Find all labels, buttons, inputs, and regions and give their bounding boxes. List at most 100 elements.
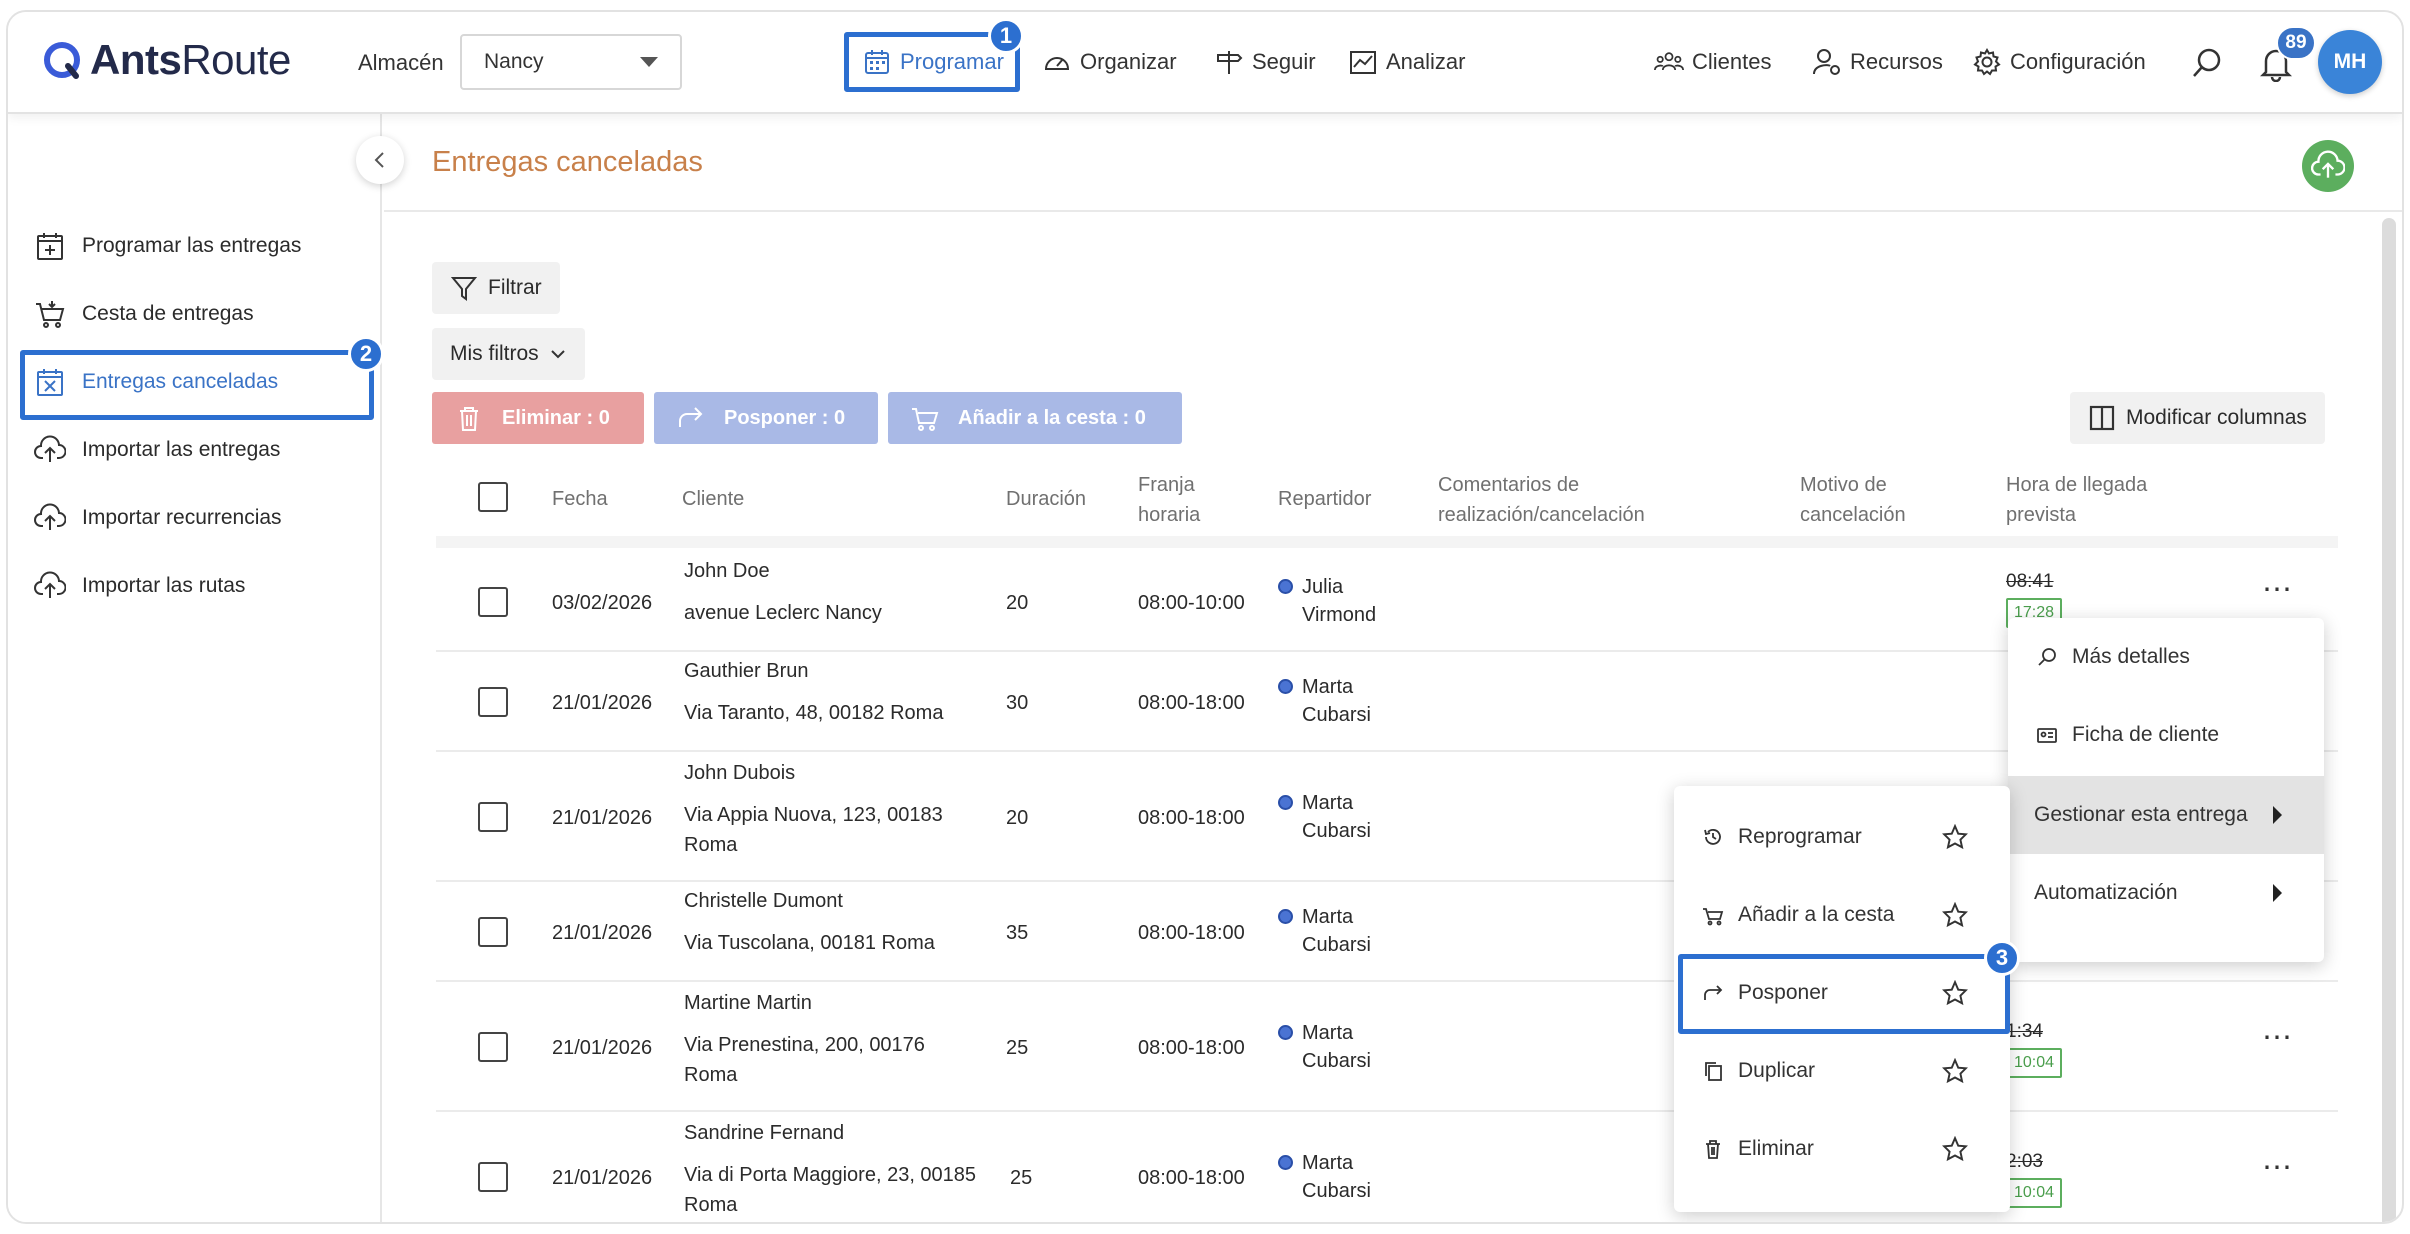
step-badge-1: 1 bbox=[988, 18, 1024, 54]
select-all-checkbox[interactable] bbox=[478, 482, 508, 512]
sidebar-item-label: Cesta de entregas bbox=[82, 302, 254, 325]
redo-arrow-icon bbox=[679, 407, 703, 427]
cell-duracion: 20 bbox=[1006, 592, 1029, 614]
menu-item-automatizacion[interactable]: Automatización bbox=[2008, 854, 2324, 932]
driver-color-dot bbox=[1278, 795, 1293, 810]
nav-analizar[interactable]: Analizar bbox=[1348, 40, 1465, 84]
user-gear-icon bbox=[1813, 49, 1840, 75]
star-icon[interactable] bbox=[1942, 1136, 1968, 1162]
col-franja[interactable]: Franja horaria bbox=[1138, 470, 1200, 530]
submenu-item-anadir-cesta[interactable]: Añadir a la cesta bbox=[1674, 876, 2010, 954]
logo-icon bbox=[44, 42, 80, 79]
col-repartidor[interactable]: Repartidor bbox=[1278, 484, 1371, 514]
caret-right-icon bbox=[2273, 884, 2282, 902]
menu-item-mas-detalles[interactable]: Más detalles bbox=[2008, 618, 2324, 696]
bulk-postpone-button[interactable]: Posponer : 0 bbox=[654, 392, 878, 444]
submenu-item-label: Eliminar bbox=[1738, 1137, 1814, 1160]
star-icon[interactable] bbox=[1942, 824, 1968, 850]
col-duracion[interactable]: Duración bbox=[1006, 484, 1086, 514]
row-checkbox[interactable] bbox=[478, 1162, 508, 1192]
filter-button[interactable]: Filtrar bbox=[432, 262, 560, 314]
row-more-button[interactable]: ⋯ bbox=[2262, 1020, 2293, 1055]
cell-repartidor-surname: Cubarsi bbox=[1302, 820, 1371, 842]
col-motivo[interactable]: Motivo de cancelación bbox=[1800, 470, 1906, 530]
sidebar-item-cesta[interactable]: Cesta de entregas bbox=[34, 294, 254, 334]
bulk-add-basket-button[interactable]: Añadir a la cesta : 0 bbox=[888, 392, 1182, 444]
col-fecha[interactable]: Fecha bbox=[552, 484, 608, 514]
copy-icon bbox=[1705, 1062, 1722, 1081]
submenu-item-label: Duplicar bbox=[1738, 1059, 1816, 1082]
nav-recursos[interactable]: Recursos bbox=[1812, 40, 1943, 84]
menu-item-gestionar[interactable]: Gestionar esta entrega bbox=[2008, 776, 2324, 854]
avatar[interactable]: MH bbox=[2318, 30, 2382, 94]
row-more-button[interactable]: ⋯ bbox=[2262, 1150, 2293, 1185]
submenu-item-eliminar[interactable]: Eliminar bbox=[1674, 1110, 2010, 1188]
my-filters-button[interactable]: Mis filtros bbox=[432, 328, 585, 380]
antsroute-logo[interactable]: AntsRoute bbox=[42, 36, 291, 84]
submenu-item-duplicar[interactable]: Duplicar bbox=[1674, 1032, 2010, 1110]
sidebar-item-importar-entregas[interactable]: Importar las entregas bbox=[34, 430, 280, 470]
columns-icon bbox=[2089, 405, 2115, 431]
filter-label: Filtrar bbox=[488, 276, 542, 299]
almacen-select[interactable]: Nancy bbox=[460, 34, 682, 90]
table-header: Fecha Cliente Duración Franja horaria Rep… bbox=[436, 464, 2338, 532]
cloud-upload-icon bbox=[34, 435, 66, 462]
vertical-scrollbar[interactable] bbox=[2382, 218, 2396, 1222]
row-checkbox[interactable] bbox=[478, 917, 508, 947]
cell-fecha: 03/02/2026 bbox=[552, 592, 653, 614]
collapse-sidebar-button[interactable] bbox=[356, 136, 404, 184]
sidebar-item-importar-recurrencias[interactable]: Importar recurrencias bbox=[34, 498, 282, 538]
cell-repartidor-surname: Virmond bbox=[1302, 604, 1377, 626]
row-checkbox[interactable] bbox=[478, 587, 508, 617]
cloud-upload-icon bbox=[34, 571, 66, 598]
table-row[interactable]: 21/01/2026 Sandrine Fernand Via di Porta… bbox=[436, 1112, 2338, 1222]
nav-organizar[interactable]: Organizar bbox=[1042, 40, 1177, 84]
row-checkbox[interactable] bbox=[478, 802, 508, 832]
cell-franja: 08:00-18:00 bbox=[1138, 807, 1245, 829]
search-icon[interactable] bbox=[2190, 46, 2224, 80]
col-cliente[interactable]: Cliente bbox=[682, 484, 744, 514]
cell-franja: 08:00-18:00 bbox=[1138, 692, 1245, 714]
sidebar-item-importar-rutas[interactable]: Importar las rutas bbox=[34, 566, 245, 606]
nav-clientes-label: Clientes bbox=[1692, 49, 1772, 74]
cell-fecha: 21/01/2026 bbox=[552, 692, 653, 714]
sidebar-item-label: Importar las rutas bbox=[82, 574, 246, 597]
modify-columns-button[interactable]: Modificar columnas bbox=[2070, 392, 2325, 444]
driver-color-dot bbox=[1278, 1155, 1293, 1170]
bulk-postpone-label: Posponer : 0 bbox=[724, 406, 846, 429]
star-icon[interactable] bbox=[1942, 902, 1968, 928]
cell-fecha: 21/01/2026 bbox=[552, 1167, 653, 1189]
trash-icon bbox=[1706, 1140, 1720, 1159]
submenu-item-reprogramar[interactable]: Reprogramar bbox=[1674, 798, 2010, 876]
gauge-icon bbox=[1044, 57, 1070, 70]
table-row[interactable]: 21/01/2026 Martine Martin Via Prenestina… bbox=[436, 982, 2338, 1112]
star-icon[interactable] bbox=[1942, 1058, 1968, 1084]
cell-hora-new: 10:04 bbox=[2006, 1176, 2063, 1208]
bulk-delete-button[interactable]: Eliminar : 0 bbox=[432, 392, 644, 444]
nav-configuracion[interactable]: Configuración bbox=[1972, 40, 2146, 84]
cloud-upload-button[interactable] bbox=[2302, 140, 2354, 192]
cloud-upload-icon bbox=[34, 503, 66, 530]
cell-repartidor-surname: Cubarsi bbox=[1302, 704, 1371, 726]
content-divider bbox=[384, 210, 2402, 212]
nav-clientes[interactable]: Clientes bbox=[1654, 40, 1771, 84]
row-context-menu: Más detalles Ficha de cliente Gestionar … bbox=[2008, 618, 2324, 962]
row-checkbox[interactable] bbox=[478, 687, 508, 717]
row-more-button[interactable]: ⋯ bbox=[2262, 572, 2293, 607]
sidebar-item-programar-entregas[interactable]: Programar las entregas bbox=[34, 226, 301, 266]
row-checkbox[interactable] bbox=[478, 1032, 508, 1062]
col-hora-llegada[interactable]: Hora de llegada prevista bbox=[2006, 470, 2147, 530]
menu-item-label: Automatización bbox=[2034, 881, 2178, 904]
id-card-icon bbox=[2037, 728, 2057, 743]
filter-icon bbox=[450, 277, 478, 301]
chevron-left-icon bbox=[374, 152, 384, 168]
col-comentarios[interactable]: Comentarios de realización/cancelación bbox=[1438, 470, 1645, 530]
submenu-item-label: Añadir a la cesta bbox=[1738, 903, 1895, 926]
step-badge-3: 3 bbox=[1984, 940, 2020, 976]
submenu-item-label: Reprogramar bbox=[1738, 825, 1862, 848]
modify-columns-label: Modificar columnas bbox=[2126, 406, 2307, 429]
menu-item-ficha-cliente[interactable]: Ficha de cliente bbox=[2008, 696, 2324, 774]
nav-seguir[interactable]: Seguir bbox=[1214, 40, 1316, 84]
sidebar-item-label: Importar recurrencias bbox=[82, 506, 282, 529]
logo-text: AntsRoute bbox=[90, 36, 291, 83]
